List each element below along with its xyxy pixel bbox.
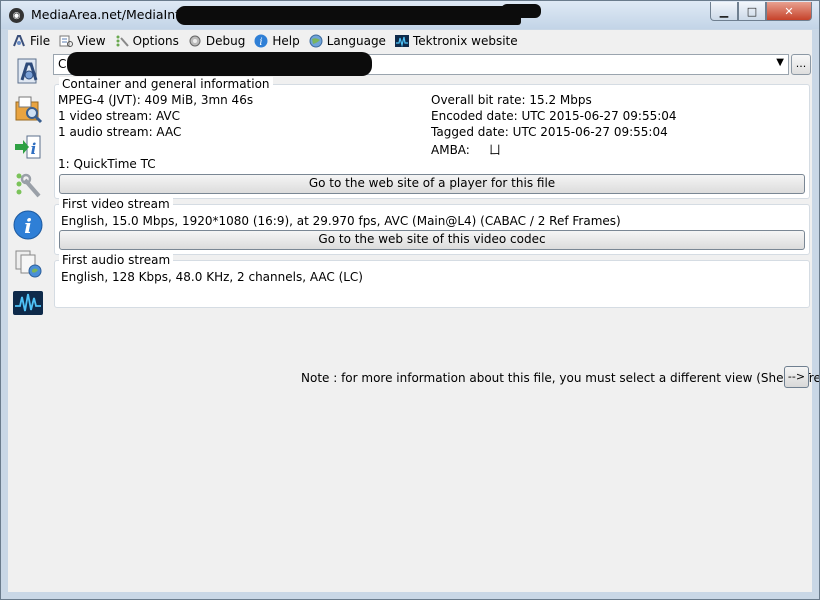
general-info-group: Container and general information MPEG-4… [54, 77, 810, 199]
menu-bar: File View Options Debug i Help Language … [8, 30, 812, 51]
menu-debug-label: Debug [205, 33, 246, 48]
window-controls: ▁ □ ✕ [710, 2, 812, 21]
video-stream-description: English, 15.0 Mbps, 1920*1080 (16:9), at… [61, 214, 621, 228]
mediainfo-window: ◉ MediaArea.net/MediaInfo - ▁ □ ✕ File V… [0, 0, 820, 600]
general-left-line: 1 audio stream: AAC [58, 125, 182, 139]
audio-stream-header: First audio stream [59, 253, 174, 267]
player-website-button[interactable]: Go to the web site of a player for this … [59, 174, 805, 194]
general-info-header: Container and general information [59, 77, 273, 91]
sidebar-export[interactable]: i [12, 131, 44, 163]
sidebar-about[interactable]: i [12, 209, 44, 241]
menu-options-label: Options [132, 33, 179, 48]
content-panel: C:\ ▼ ... Container and general informat… [50, 51, 819, 592]
next-view-button[interactable]: --> [784, 366, 809, 388]
general-left-line: 1 video stream: AVC [58, 109, 180, 123]
close-button[interactable]: ✕ [766, 2, 812, 21]
debug-icon [188, 34, 202, 48]
sidebar-open-file[interactable] [12, 55, 44, 87]
menu-language[interactable]: Language [305, 30, 391, 51]
menu-debug[interactable]: Debug [184, 30, 250, 51]
general-right-line: Tagged date: UTC 2015-06-27 09:55:04 [431, 125, 668, 139]
help-icon: i [254, 34, 268, 48]
general-right-line: Encoded date: UTC 2015-06-27 09:55:04 [431, 109, 677, 123]
open-file-icon [17, 58, 38, 84]
redacted-filename [176, 6, 521, 25]
export-icon: i [15, 135, 41, 159]
about-icon: i [13, 210, 43, 240]
general-left-line: MPEG-4 (JVT): 409 MiB, 3mn 46s [58, 93, 254, 107]
video-stream-group: First video stream English, 15.0 Mbps, 1… [54, 197, 810, 255]
audio-stream-group: First audio stream English, 128 Kbps, 48… [54, 253, 810, 308]
tektronix-icon [394, 34, 409, 48]
main-area: i i C:\ ▼ ... Container and g [8, 51, 819, 592]
video-stream-header: First video stream [59, 197, 173, 211]
menu-view[interactable]: View [55, 30, 110, 51]
menu-file[interactable]: File [8, 30, 55, 51]
tektronix-icon [13, 291, 43, 315]
file-select-combo[interactable]: C:\ ▼ [53, 52, 789, 76]
options-icon [115, 34, 129, 48]
maximize-button[interactable]: □ [738, 2, 766, 21]
language-icon [309, 34, 323, 48]
menu-file-label: File [30, 33, 51, 48]
general-right-line: AMBA: ㄩ [431, 143, 501, 157]
svg-text:i: i [24, 214, 32, 238]
menu-options[interactable]: Options [111, 30, 184, 51]
redacted-mark [501, 4, 541, 18]
view-icon [59, 34, 74, 48]
general-left-line: 1: QuickTime TC [58, 157, 156, 171]
menu-tektronix-label: Tektronix website [412, 33, 518, 48]
menu-language-label: Language [326, 33, 386, 48]
browse-button[interactable]: ... [791, 54, 811, 75]
svg-text:i: i [260, 37, 263, 48]
file-icon [12, 34, 26, 48]
sidebar-open-folder[interactable] [12, 93, 44, 125]
minimize-button[interactable]: ▁ [710, 2, 738, 21]
menu-help-label: Help [272, 33, 300, 48]
title-bar[interactable]: ◉ MediaArea.net/MediaInfo - ▁ □ ✕ [1, 1, 819, 29]
view-note: Note : for more information about this f… [301, 371, 820, 385]
audio-stream-description: English, 128 Kbps, 48.0 KHz, 2 channels,… [61, 270, 363, 284]
svg-text:i: i [31, 140, 37, 158]
sidebar-toolbar: i i [8, 51, 50, 592]
general-right-line: Overall bit rate: 15.2 Mbps [431, 93, 592, 107]
menu-view-label: View [77, 33, 106, 48]
mediainfo-app-icon: ◉ [9, 8, 24, 23]
redacted-path [67, 52, 372, 76]
video-codec-website-button[interactable]: Go to the web site of this video codec [59, 230, 805, 250]
sidebar-knowledge-base[interactable] [12, 247, 44, 279]
chevron-down-icon[interactable]: ▼ [776, 57, 784, 68]
preferences-icon [16, 173, 41, 198]
sidebar-preferences[interactable] [12, 169, 44, 201]
sidebar-tektronix[interactable] [12, 287, 44, 319]
window-title: MediaArea.net/MediaInfo - [31, 7, 196, 22]
menu-tektronix-website[interactable]: Tektronix website [391, 30, 523, 51]
knowledge-base-icon [15, 250, 42, 278]
open-folder-icon [15, 96, 43, 124]
menu-help[interactable]: i Help [250, 30, 304, 51]
